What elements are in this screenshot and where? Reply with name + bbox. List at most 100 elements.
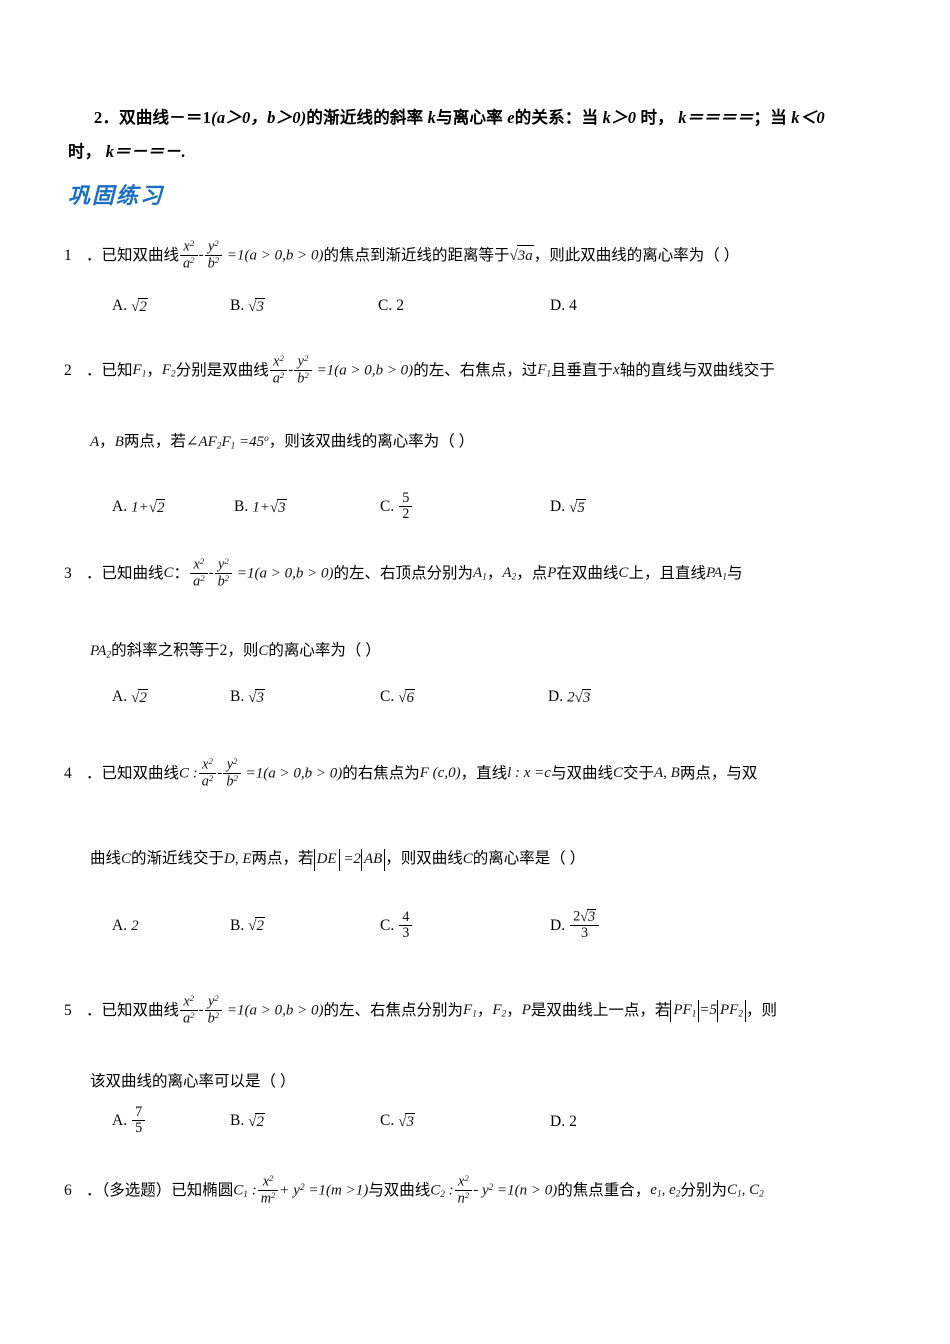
formula-DE-2AB: DE =2 AB bbox=[313, 848, 386, 871]
var-C: C bbox=[163, 565, 174, 582]
summary-text-6: 时， bbox=[68, 142, 102, 161]
option-1-A-value: √2 bbox=[131, 297, 148, 315]
question-6-text-b: 与双曲线 bbox=[368, 1181, 431, 1199]
option-1-A[interactable]: A. √2 bbox=[112, 297, 230, 315]
summary-period: . bbox=[180, 142, 186, 161]
option-5-B-label: B. bbox=[230, 1112, 245, 1130]
summary-cond-k4: k＜0 bbox=[791, 108, 825, 127]
question-3-line-2: PA2的斜率之积等于2，则C的离心率为（ ） bbox=[90, 640, 381, 662]
option-3-B-label: B. bbox=[230, 688, 245, 706]
question-4-number: 4 bbox=[64, 764, 72, 782]
summary-semicolon: ；当 bbox=[753, 108, 787, 127]
question-5-text-b: 的左、右焦点分别为 bbox=[323, 1001, 464, 1019]
option-1-D[interactable]: D. 4 bbox=[550, 297, 577, 315]
question-6-line-1: 6 ．（多选题）已知椭圆C1 : x2 m2 + y2 =1(m >1)与双曲线C2 :… bbox=[64, 1173, 764, 1207]
var-F2-b: F2 bbox=[492, 1002, 507, 1020]
question-3-text-h: 与 bbox=[727, 564, 743, 582]
var-PA1: PA1 bbox=[705, 565, 728, 583]
var-C-f: C bbox=[462, 850, 473, 867]
option-1-A-label: A. bbox=[112, 297, 128, 315]
option-2-B-value: 1+√3 bbox=[252, 498, 287, 516]
question-3-text-f: 在双曲线 bbox=[556, 564, 619, 582]
summary-eq-k3: k＝＝＝＝ bbox=[678, 108, 754, 127]
question-5-text-g: 该双曲线的离心率可以是（ ） bbox=[90, 1073, 296, 1091]
section-heading: 巩固练习 bbox=[68, 183, 165, 208]
option-1-C-value: 2 bbox=[396, 297, 404, 315]
option-4-B-value: √2 bbox=[248, 917, 265, 935]
option-2-C-label: C. bbox=[380, 498, 395, 516]
formula-hyperbola-1: x2 a2- y2 b2 =1(a > 0,b > 0) bbox=[179, 238, 324, 272]
option-4-D[interactable]: D. 2√3 3 bbox=[550, 909, 600, 942]
option-4-D-value: 2√3 3 bbox=[569, 909, 600, 942]
question-2-options: A. 1+√2 B. 1+√3 C. 5 2 D. √5 bbox=[112, 490, 892, 523]
question-2: 2 ．已知F1，F2分别是双曲线 x2 a2- y2 b2 =1(a > 0,b > 0)… bbox=[64, 353, 894, 454]
summary-text-2: 的渐近线的斜率 bbox=[306, 108, 424, 127]
question-1-number: 1 bbox=[64, 246, 72, 264]
option-2-C-value: 52 bbox=[398, 490, 413, 523]
question-3: 3 ．已知曲线C： x2 a2- y2 b2 =1(a > 0,b > 0)的左、右顶点分… bbox=[64, 556, 894, 663]
option-5-A[interactable]: A. 7 5 bbox=[112, 1104, 230, 1137]
option-1-D-value: 4 bbox=[569, 297, 577, 315]
question-3-text-a: 已知曲线 bbox=[101, 564, 164, 582]
question-5-text-a: 已知双曲线 bbox=[101, 1001, 180, 1019]
question-4: 4 ．已知双曲线C : x2 a2- y2 b2 =1(a > 0,b > 0)的右焦点为… bbox=[64, 756, 894, 871]
formula-ellipse-C1: C1 : x2 m2 + y2 =1(m >1) bbox=[233, 1173, 369, 1207]
option-3-A-value: √2 bbox=[131, 688, 148, 706]
question-4-text-j: ，则双曲线 bbox=[385, 850, 463, 868]
option-2-C[interactable]: C. 5 2 bbox=[380, 490, 550, 523]
option-3-D-value: 2√3 bbox=[567, 688, 592, 706]
option-2-A-label: A. bbox=[112, 498, 128, 516]
option-5-C[interactable]: C. √3 bbox=[380, 1112, 550, 1130]
summary-var-e: e bbox=[507, 108, 515, 127]
var-A: A bbox=[90, 433, 100, 450]
var-A2: A2 bbox=[502, 565, 517, 583]
question-3-text-e: ，点 bbox=[516, 564, 548, 582]
formula-hyperbola-C2: C2 : x2 n2- y2 =1(n > 0) bbox=[430, 1173, 558, 1207]
option-1-B[interactable]: B. √3 bbox=[230, 297, 378, 315]
formula-focus-F: F (c,0) bbox=[419, 765, 461, 782]
option-4-D-label: D. bbox=[550, 916, 566, 934]
option-3-D[interactable]: D. 2√3 bbox=[548, 688, 592, 706]
question-3-options: A. √2 B. √3 C. √6 D. 2√3 bbox=[112, 688, 892, 707]
option-5-D[interactable]: D. 2 bbox=[550, 1113, 577, 1131]
option-2-D[interactable]: D. √5 bbox=[550, 498, 586, 516]
option-4-C-label: C. bbox=[380, 916, 395, 934]
option-2-B[interactable]: B. 1+√3 bbox=[234, 498, 380, 516]
option-4-C-value: 43 bbox=[398, 909, 413, 942]
var-PA2: PA2 bbox=[90, 642, 112, 661]
question-3-line-1: 3 ．已知曲线C： x2 a2- y2 b2 =1(a > 0,b > 0)的左、右顶点分… bbox=[64, 556, 743, 590]
question-6: 6 ．（多选题）已知椭圆C1 : x2 m2 + y2 =1(m >1)与双曲线C2 :… bbox=[64, 1173, 894, 1207]
var-C-d: C bbox=[612, 765, 623, 782]
option-5-B[interactable]: B. √2 bbox=[230, 1112, 380, 1130]
option-5-A-label: A. bbox=[112, 1112, 128, 1130]
question-4-text-a: 已知双曲线 bbox=[101, 764, 180, 782]
formula-sqrt3a: √3a bbox=[510, 244, 534, 268]
question-4-text-d: 与双曲线 bbox=[550, 764, 613, 782]
option-3-B[interactable]: B. √3 bbox=[230, 688, 380, 706]
option-4-C[interactable]: C. 4 3 bbox=[380, 909, 550, 942]
summary-text-4: 的关系：当 bbox=[514, 108, 599, 127]
var-F1: F1 bbox=[132, 362, 147, 380]
summary-condition: (a＞0，b＞0) bbox=[211, 108, 307, 127]
var-C-c: C bbox=[258, 642, 269, 659]
summary-cond-k2: k＞0 bbox=[602, 108, 637, 127]
var-x: x bbox=[613, 362, 620, 379]
question-5-text-f: ，则 bbox=[745, 1001, 777, 1019]
option-1-C[interactable]: C. 2 bbox=[378, 297, 550, 315]
option-5-D-value: 2 bbox=[569, 1112, 577, 1130]
question-5-line-1: 5 ．已知双曲线 x2 a2- y2 b2 =1(a > 0,b > 0)的左、右焦点分别… bbox=[64, 993, 777, 1027]
question-5: 5 ．已知双曲线 x2 a2- y2 b2 =1(a > 0,b > 0)的左、右焦点分别… bbox=[64, 993, 894, 1094]
formula-hyperbola-3: x2 a2- y2 b2 =1(a > 0,b > 0) bbox=[189, 556, 334, 590]
option-1-B-label: B. bbox=[230, 297, 245, 315]
option-1-C-label: C. bbox=[378, 297, 393, 315]
option-3-A[interactable]: A. √2 bbox=[112, 688, 230, 706]
option-2-A[interactable]: A. 1+√2 bbox=[112, 498, 234, 516]
question-4-options: A. 2 B. √2 C. 4 3 D. 2√3 3 bbox=[112, 909, 892, 942]
question-3-text-c: 的左、右顶点分别为 bbox=[333, 564, 474, 582]
option-3-B-value: √3 bbox=[248, 688, 265, 706]
option-4-A[interactable]: A. 2 bbox=[112, 917, 230, 935]
var-F1-c: F1 bbox=[463, 1002, 477, 1020]
question-2-line-1: 2 ．已知F1，F2分别是双曲线 x2 a2- y2 b2 =1(a > 0,b > 0)… bbox=[64, 353, 775, 387]
option-4-B[interactable]: B. √2 bbox=[230, 917, 380, 935]
option-3-C[interactable]: C. √6 bbox=[380, 688, 548, 706]
